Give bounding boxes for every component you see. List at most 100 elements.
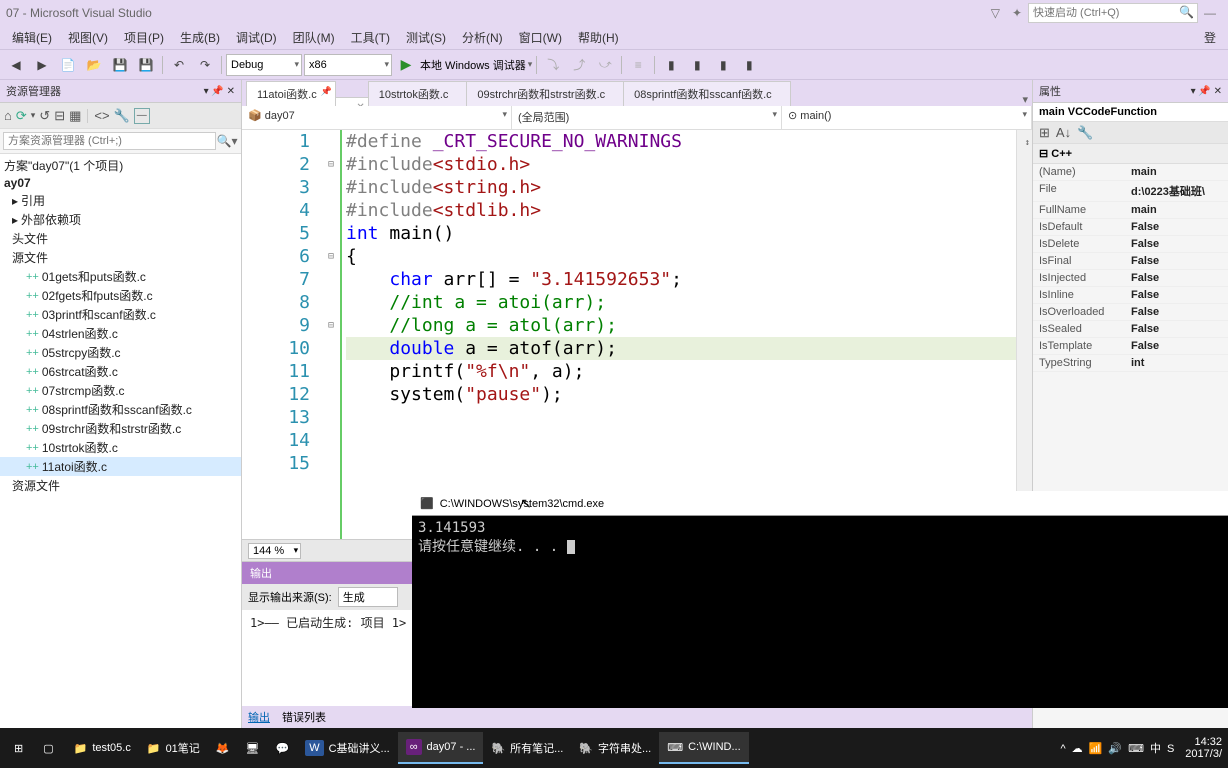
file-item[interactable]: ++ 08sprintf函数和sscanf函数.c [0, 400, 241, 419]
menu-debug[interactable]: 调试(D) [228, 29, 285, 46]
menu-help[interactable]: 帮助(H) [570, 29, 627, 46]
taskbar-item[interactable]: ⌨C:\WIND... [659, 732, 748, 764]
config-dropdown[interactable]: Debug [226, 54, 302, 76]
prop-row[interactable]: IsSealedFalse [1033, 321, 1228, 338]
saveall-icon[interactable]: 💾 [134, 53, 158, 77]
toggle-icon[interactable]: — [134, 108, 150, 124]
project-node[interactable]: ay07 [0, 175, 241, 191]
platform-dropdown[interactable]: x86 [304, 54, 392, 76]
zoom-dropdown[interactable]: 144 % [248, 543, 301, 559]
taskbar-item[interactable]: ∞day07 - ... [398, 732, 484, 764]
menu-edit[interactable]: 编辑(E) [4, 29, 60, 46]
taskbar-item[interactable]: 🦊 [208, 732, 238, 764]
sync-icon[interactable]: ↺ [39, 108, 50, 124]
prop-row[interactable]: TypeStringint [1033, 355, 1228, 372]
console-window[interactable]: ⬛ C:\WINDOWS\system32\cmd.exe ↖ 3.141593… [412, 491, 1228, 708]
cat-icon[interactable]: ⊞ [1039, 125, 1050, 141]
file-item[interactable]: ++ 10strtok函数.c [0, 438, 241, 457]
menu-project[interactable]: 项目(P) [116, 29, 172, 46]
pin-icon[interactable]: ▾ 📌 ✕ [1191, 86, 1222, 97]
props-category[interactable]: ⊟ C++ [1033, 144, 1228, 164]
output-source-dropdown[interactable]: 生成 [338, 587, 398, 607]
file-item[interactable]: ++ 03printf和scanf函数.c [0, 305, 241, 324]
prop-row[interactable]: IsTemplateFalse [1033, 338, 1228, 355]
prop-row[interactable]: IsDefaultFalse [1033, 219, 1228, 236]
taskview-icon[interactable]: ▢ [35, 732, 61, 764]
bookmark-icon[interactable]: ▮ [659, 53, 683, 77]
nav-project[interactable]: 📦 day07 [242, 106, 512, 129]
tray-icon[interactable]: ^ [1060, 743, 1065, 755]
undo-icon[interactable]: ↶ [167, 53, 191, 77]
file-item[interactable]: ++ 09strchr函数和strstr函数.c [0, 419, 241, 438]
props-object[interactable]: main VCCodeFunction [1033, 103, 1228, 122]
folder-resources[interactable]: 资源文件 [0, 476, 241, 495]
minimize-icon[interactable]: — [1204, 6, 1216, 20]
menu-login[interactable]: 登 [1204, 29, 1224, 46]
bookmark3-icon[interactable]: ▮ [711, 53, 735, 77]
prop-row[interactable]: Filed:\0223基础班\ [1033, 181, 1228, 202]
stepover-icon[interactable]: ⤴ [567, 53, 591, 77]
sort-icon[interactable]: A↓ [1056, 125, 1071, 140]
pin-icon[interactable]: ▾ 📌 ✕ [204, 86, 235, 97]
folder-headers[interactable]: 头文件 [0, 229, 241, 248]
tray-icon[interactable]: ⌨ [1128, 743, 1144, 755]
nav-func[interactable]: ⊙ main() [782, 106, 1032, 129]
menu-window[interactable]: 窗口(W) [511, 29, 570, 46]
scrollbar[interactable]: ↕ [1016, 130, 1032, 539]
sidebar-search-input[interactable] [3, 132, 216, 150]
tab-overflow-icon[interactable]: ▾ [1018, 93, 1032, 106]
forward-icon[interactable]: ▶ [30, 53, 54, 77]
file-item[interactable]: ++ 05strcpy函数.c [0, 343, 241, 362]
taskbar-item[interactable]: 🖥 [238, 732, 268, 764]
clock[interactable]: 14:32 2017/3/ [1185, 736, 1222, 760]
collapse-icon[interactable]: ⊟ [54, 108, 65, 124]
folder-external[interactable]: ▸ 外部依赖项 [0, 210, 241, 229]
prop-row[interactable]: IsInlineFalse [1033, 287, 1228, 304]
feedback-icon[interactable]: ✦ [1012, 6, 1022, 20]
stepout-icon[interactable]: ⤻ [593, 53, 617, 77]
code-icon[interactable]: <> [94, 108, 109, 123]
taskbar-item[interactable]: 📁test05.c [66, 732, 139, 764]
wrench-icon[interactable]: 🔧 [114, 108, 130, 124]
taskbar-item[interactable]: 🐘所有笔记... [483, 732, 571, 764]
tab-item[interactable]: 08sprintf函数和sscanf函数.c [623, 81, 791, 106]
tray-icon[interactable]: 中 [1150, 743, 1161, 755]
tray-icon[interactable]: ☁ [1072, 743, 1083, 755]
flag-icon[interactable]: ▽ [991, 6, 1000, 20]
taskbar-item[interactable]: 💬 [267, 732, 297, 764]
prop-row[interactable]: FullNamemain [1033, 202, 1228, 219]
file-item[interactable]: ++ 01gets和puts函数.c [0, 267, 241, 286]
folder-sources[interactable]: 源文件 [0, 248, 241, 267]
file-item[interactable]: ++ 06strcat函数.c [0, 362, 241, 381]
file-item[interactable]: ++ 02fgets和fputs函数.c [0, 286, 241, 305]
tab-output[interactable]: 输出 [248, 709, 270, 725]
prop-row[interactable]: IsOverloadedFalse [1033, 304, 1228, 321]
bookmark4-icon[interactable]: ▮ [737, 53, 761, 77]
solution-node[interactable]: 方案"day07"(1 个项目) [0, 156, 241, 175]
folder-references[interactable]: ▸ 引用 [0, 191, 241, 210]
taskbar-item[interactable]: 🐘字符串处... [571, 732, 659, 764]
tray-icon[interactable]: 🔊 [1108, 743, 1122, 755]
file-item[interactable]: ++ 07strcmp函数.c [0, 381, 241, 400]
search-icon[interactable]: 🔍 [1179, 5, 1194, 19]
prop-row[interactable]: IsDeleteFalse [1033, 236, 1228, 253]
search-icon[interactable]: 🔍▾ [216, 132, 238, 150]
start-debug-icon[interactable]: ▶ [394, 53, 418, 77]
tray-icon[interactable]: 📶 [1089, 743, 1103, 755]
comment-icon[interactable]: ≡ [626, 53, 650, 77]
menu-tools[interactable]: 工具(T) [343, 29, 398, 46]
quick-launch-input[interactable] [1028, 3, 1198, 23]
showall-icon[interactable]: ▦ [69, 108, 81, 124]
redo-icon[interactable]: ↷ [193, 53, 217, 77]
taskbar-item[interactable]: 📁01笔记 [139, 732, 208, 764]
back-icon[interactable]: ◀ [4, 53, 28, 77]
menu-team[interactable]: 团队(M) [285, 29, 343, 46]
file-item[interactable]: ++ 11atoi函数.c [0, 457, 241, 476]
prop-row[interactable]: IsInjectedFalse [1033, 270, 1228, 287]
new-icon[interactable]: 📄 [56, 53, 80, 77]
start-button[interactable]: ⊞ [6, 732, 31, 764]
step-icon[interactable]: ⤵ [541, 53, 565, 77]
nav-scope[interactable]: (全局范围) [512, 106, 782, 129]
tab-item[interactable]: 09strchr函数和strstr函数.c [466, 81, 624, 106]
pin-icon[interactable]: 📌 [321, 86, 332, 97]
